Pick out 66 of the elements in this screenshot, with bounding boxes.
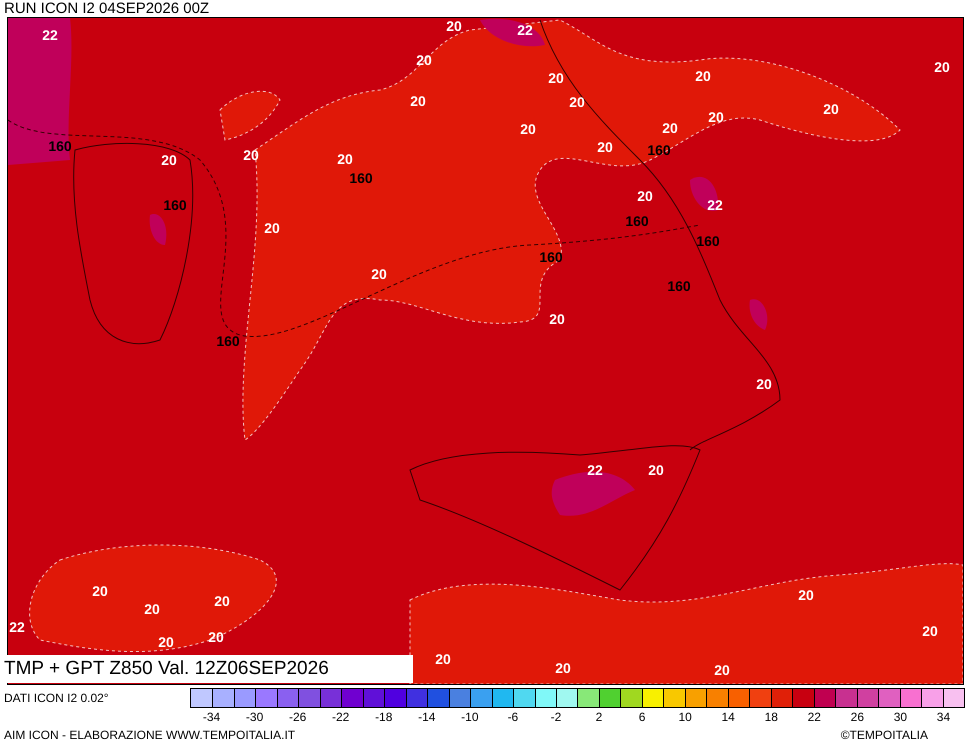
scale-tick-label: -10	[460, 709, 480, 725]
scale-tick-label: 2	[594, 709, 604, 725]
contour-label: 20	[714, 662, 730, 678]
contour-label: 160	[48, 138, 72, 154]
contour-label: 20	[798, 587, 814, 603]
scale-tick-label: -30	[244, 709, 264, 725]
contour-label: 20	[597, 139, 613, 155]
contour-label: 20	[569, 94, 585, 110]
contour-label: 20	[371, 266, 387, 282]
contour-label: 22	[517, 22, 533, 38]
contour-label: 20	[637, 188, 653, 204]
contour-label: 20	[435, 651, 451, 667]
contour-label: 20	[823, 101, 839, 117]
scale-tick-label: 26	[850, 709, 866, 725]
contour-label: 22	[9, 619, 25, 635]
contour-label: 20	[922, 623, 938, 639]
scale-tick-label: -6	[506, 709, 520, 725]
contour-label: 20	[243, 147, 259, 163]
contour-label: 20	[416, 52, 432, 68]
contour-label: 20	[337, 151, 353, 167]
contour-label: 160	[163, 197, 187, 213]
contour-label: 160	[216, 333, 240, 349]
contour-label: 20	[756, 376, 772, 392]
contour-label: 160	[625, 213, 649, 229]
scale-tick-label: 22	[806, 709, 822, 725]
scale-tick-label: 30	[892, 709, 908, 725]
scale-tick-label: 18	[764, 709, 779, 725]
data-source: DATI ICON I2 0.02°	[3, 690, 110, 704]
contour-label: 160	[539, 249, 563, 265]
contour-label: 160	[696, 233, 720, 249]
scale-tick-label: -34	[202, 709, 222, 725]
contour-label: 20	[92, 583, 108, 599]
contour-label: 20	[648, 462, 664, 478]
scale-tick-label: -2	[550, 709, 562, 725]
contour-label: 20	[144, 601, 160, 617]
contour-label: 22	[587, 462, 603, 478]
contour-label: 20	[548, 70, 564, 86]
scale-tick-label: -14	[417, 709, 436, 725]
scale-tick-label: -26	[288, 709, 308, 725]
contour-label: 20	[446, 18, 462, 34]
contour-label: 22	[42, 27, 58, 43]
contour-label: 20	[662, 120, 678, 136]
scale-tick-label: -18	[374, 709, 394, 725]
contour-label: 20	[549, 311, 565, 327]
scale-tick-label: 6	[638, 709, 646, 725]
credit-text: AIM ICON - ELABORAZIONE WWW.TEMPOITALIA.IT	[4, 728, 296, 742]
scale-tick-label: 14	[720, 709, 736, 725]
contour-label: 20	[708, 109, 724, 125]
scale-tick-label: 10	[677, 709, 693, 725]
contour-label: 160	[647, 142, 671, 158]
contour-label: 20	[208, 629, 224, 645]
contour-label: 20	[158, 634, 174, 650]
contour-label: 22	[707, 197, 723, 213]
contour-label: 20	[264, 220, 280, 236]
scale-tick-label: -22	[331, 709, 350, 725]
contour-label: 20	[410, 93, 426, 109]
scale-tick-label: 34	[936, 709, 952, 725]
contour-label: 20	[695, 68, 711, 84]
contour-label: 20	[934, 59, 950, 75]
copyright-text: ©TEMPOITALIA	[840, 728, 928, 742]
contour-label: 20	[214, 593, 230, 609]
contour-label: 160	[667, 278, 691, 294]
contour-label: 20	[520, 121, 536, 137]
contour-label: 160	[349, 170, 373, 186]
contour-label: 20	[161, 152, 177, 168]
contour-label: 20	[555, 660, 571, 676]
